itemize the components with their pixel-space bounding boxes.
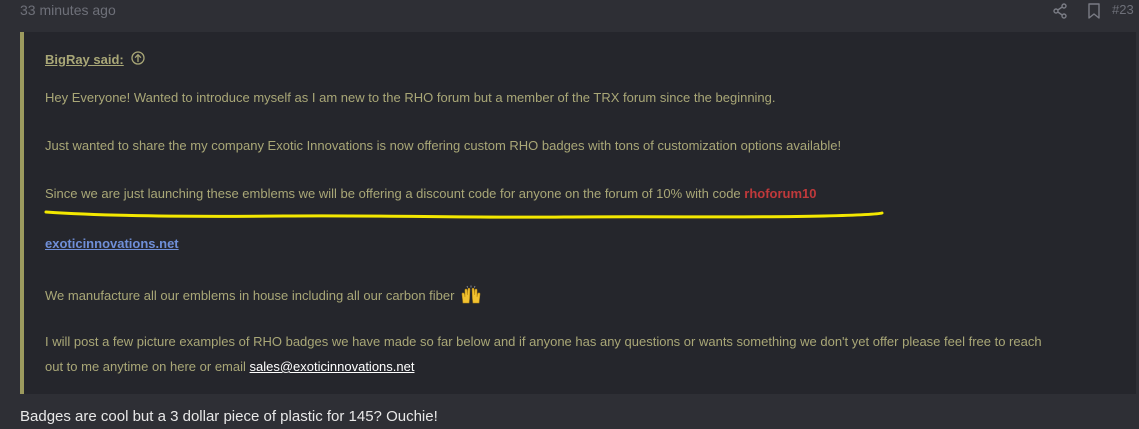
quote-text-intro: Hey Everyone! Wanted to introduce myself… [45,90,776,105]
manufacture-text: We manufacture all our emblems in house … [45,288,455,303]
quote-text-manufacture: We manufacture all our emblems in house … [45,285,482,305]
quote-text-examples: I will post a few picture examples of RH… [45,334,1042,349]
arrow-up-circle-icon[interactable] [131,51,145,65]
share-icon[interactable] [1052,3,1068,19]
bookmark-icon[interactable] [1087,3,1101,19]
post-timestamp[interactable]: 33 minutes ago [20,2,116,18]
discount-text: Since we are just launching these emblem… [45,186,745,201]
website-link[interactable]: exoticinnovations.net [45,236,179,251]
quote-author-link[interactable]: BigRay said: [45,52,124,67]
promo-code: rhoforum10 [744,186,817,201]
post-header: 33 minutes ago #23 [0,0,1139,22]
quote-block: BigRay said: Hey Everyone! Wanted to int… [20,32,1136,394]
email-link[interactable]: sales@exoticinnovations.net [250,359,415,374]
yellow-underline-annotation [44,210,884,219]
quote-text-contact: out to me anytime on here or email sales… [45,359,414,374]
post-number[interactable]: #23 [1112,2,1134,17]
contact-text: out to me anytime on here or email [45,359,250,374]
reply-text: Badges are cool but a 3 dollar piece of … [20,408,438,425]
quote-text-discount: Since we are just launching these emblem… [45,186,817,201]
raised-hands-emoji [461,285,481,304]
quote-text-offer: Just wanted to share the my company Exot… [45,138,842,153]
